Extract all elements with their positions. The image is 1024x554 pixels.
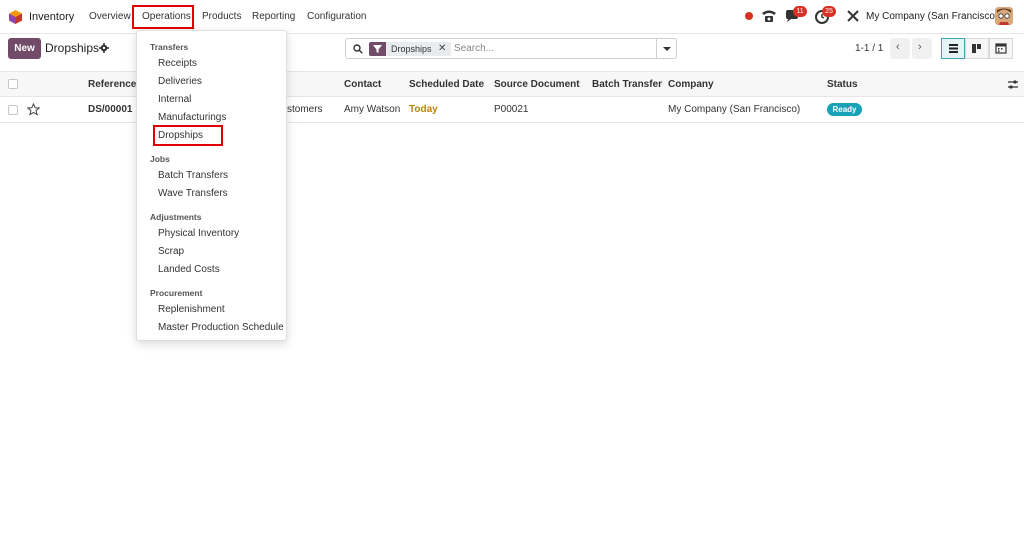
user-avatar[interactable] xyxy=(995,7,1013,25)
inventory-app-icon[interactable] xyxy=(9,10,22,24)
gear-icon[interactable] xyxy=(99,43,109,53)
remove-facet-icon[interactable]: ✕ xyxy=(438,43,446,54)
top-navbar: Inventory Overview Operations Products R… xyxy=(0,0,1024,34)
column-contact[interactable]: Contact xyxy=(344,79,381,90)
recording-dot-icon xyxy=(745,12,753,20)
caret-down-icon xyxy=(663,47,671,51)
menu-item-landed-costs[interactable]: Landed Costs xyxy=(158,264,220,275)
star-icon[interactable] xyxy=(27,103,40,116)
cell-company: My Company (San Francisco) xyxy=(668,104,801,115)
phone-icon[interactable] xyxy=(760,8,778,24)
menu-reporting[interactable]: Reporting xyxy=(252,11,295,22)
section-jobs: Jobs xyxy=(150,154,170,164)
tools-icon[interactable] xyxy=(845,8,863,24)
filter-facet[interactable]: Dropships ✕ xyxy=(369,42,451,56)
menu-item-manufacturings[interactable]: Manufacturings xyxy=(158,112,226,123)
dropships-highlight-box xyxy=(153,125,223,146)
operations-highlight-box xyxy=(132,5,194,29)
activity-badge: 25 xyxy=(822,6,836,17)
pager-previous-button[interactable]: ‹ xyxy=(890,38,910,59)
optional-columns-icon[interactable] xyxy=(1007,79,1019,90)
menu-item-scrap[interactable]: Scrap xyxy=(158,246,184,257)
column-source-document[interactable]: Source Document xyxy=(494,79,580,90)
calendar-view-button[interactable] xyxy=(989,38,1013,59)
search-bar[interactable]: Dropships ✕ Search... xyxy=(345,38,677,59)
menu-item-receipts[interactable]: Receipts xyxy=(158,58,197,69)
cell-scheduled-date: Today xyxy=(409,104,438,115)
list-view-icon xyxy=(949,44,958,53)
menu-item-wave-transfers[interactable]: Wave Transfers xyxy=(158,188,228,199)
menu-item-batch-transfers[interactable]: Batch Transfers xyxy=(158,170,228,181)
page-title[interactable]: Dropships xyxy=(45,41,99,55)
chat-badge: 11 xyxy=(793,6,807,17)
column-batch-transfer[interactable]: Batch Transfer xyxy=(592,79,662,90)
section-procurement: Procurement xyxy=(150,288,203,298)
chevron-right-icon: › xyxy=(918,41,922,53)
section-adjustments: Adjustments xyxy=(150,212,202,222)
new-button[interactable]: New xyxy=(8,38,41,59)
select-all-checkbox[interactable] xyxy=(8,79,18,89)
column-status[interactable]: Status xyxy=(827,79,858,90)
pager-value[interactable]: 1-1 / 1 xyxy=(855,43,883,54)
section-transfers: Transfers xyxy=(150,42,189,52)
column-scheduled-date[interactable]: Scheduled Date xyxy=(409,79,484,90)
cell-contact: Amy Watson xyxy=(344,104,401,115)
search-icon[interactable] xyxy=(353,44,363,54)
row-checkbox[interactable] xyxy=(8,105,18,115)
menu-item-replenishment[interactable]: Replenishment xyxy=(158,304,225,315)
app-name[interactable]: Inventory xyxy=(29,11,74,23)
column-company[interactable]: Company xyxy=(668,79,714,90)
company-switcher[interactable]: My Company (San Francisco) xyxy=(866,11,998,22)
search-input[interactable]: Search... xyxy=(454,43,494,54)
menu-configuration[interactable]: Configuration xyxy=(307,11,366,22)
menu-products[interactable]: Products xyxy=(202,11,241,22)
kanban-view-icon xyxy=(972,44,981,53)
column-reference[interactable]: Reference xyxy=(88,79,136,90)
status-badge: Ready xyxy=(827,103,862,116)
filter-icon xyxy=(369,42,386,56)
menu-item-physical-inventory[interactable]: Physical Inventory xyxy=(158,228,239,239)
filter-facet-label: Dropships xyxy=(391,44,432,54)
operations-dropdown-menu: Transfers Receipts Deliveries Internal M… xyxy=(136,30,287,341)
cell-from-location: stomers xyxy=(287,104,323,115)
list-view-button[interactable] xyxy=(941,38,965,59)
menu-item-master-production-schedule[interactable]: Master Production Schedule xyxy=(158,322,284,333)
cell-reference: DS/00001 xyxy=(88,104,133,115)
pager-next-button[interactable]: › xyxy=(912,38,932,59)
menu-item-internal[interactable]: Internal xyxy=(158,94,191,105)
calendar-view-icon xyxy=(995,43,1007,54)
menu-item-deliveries[interactable]: Deliveries xyxy=(158,76,202,87)
search-options-toggle[interactable] xyxy=(656,39,676,58)
cell-source-document: P00021 xyxy=(494,104,529,115)
kanban-view-button[interactable] xyxy=(965,38,989,59)
menu-overview[interactable]: Overview xyxy=(89,11,131,22)
chevron-left-icon: ‹ xyxy=(896,41,900,53)
